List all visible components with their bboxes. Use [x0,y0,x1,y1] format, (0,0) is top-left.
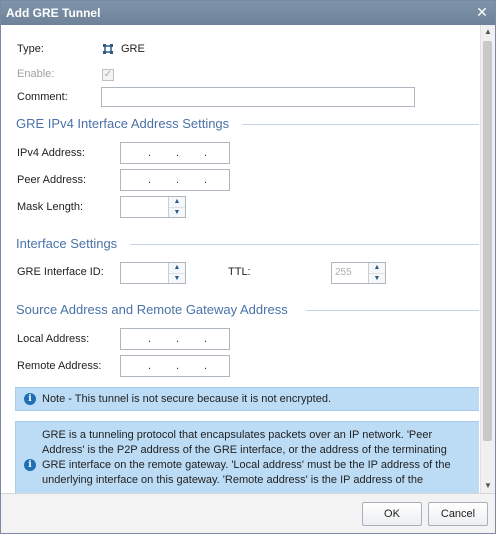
gre-tunnel-icon [103,44,113,54]
gre-interface-id-label: GRE Interface ID: [17,266,104,278]
vertical-scrollbar[interactable]: ▲ ▼ [480,25,495,493]
chevron-down-icon[interactable]: ▼ [169,207,185,218]
gre-interface-id-stepper[interactable]: ▲ ▼ [120,262,186,284]
comment-label: Comment: [17,91,68,103]
info-icon: i [24,393,36,405]
close-icon[interactable]: ✕ [475,5,489,19]
interface-section-heading: Interface Settings [16,236,118,251]
chevron-down-icon[interactable]: ▼ [369,273,385,284]
add-gre-tunnel-dialog: Add GRE Tunnel ✕ Type: GRE Enable: ✓ Com… [0,0,496,534]
comment-input[interactable] [101,87,415,107]
chevron-down-icon[interactable]: ▼ [169,273,185,284]
ttl-stepper[interactable]: 255 ▲ ▼ [331,262,386,284]
cancel-button[interactable]: Cancel [428,502,488,526]
ipv4-section-heading: GRE IPv4 Interface Address Settings [16,116,230,131]
peer-address-input[interactable]: ... [120,169,230,191]
type-value: GRE [121,43,145,55]
gre-info-line: underlying interface on this gateway. 'R… [42,474,424,486]
source-section-divider [306,310,479,311]
scrollbar-thumb[interactable] [483,41,492,441]
chevron-up-icon[interactable]: ▲ [169,263,185,273]
type-label: Type: [17,43,44,55]
ttl-value: 255 [335,267,352,278]
gre-info-line: GRE interface on the remote gateway. 'Lo… [42,459,451,471]
ttl-label: TTL: [228,266,251,278]
local-address-label: Local Address: [17,333,90,345]
info-icon: i [24,459,36,471]
dialog-footer: OK Cancel [1,493,495,533]
gre-interface-id-stepper-buttons: ▲ ▼ [168,263,185,283]
gre-info-note: i GRE is a tunneling protocol that encap… [15,421,479,493]
ok-button[interactable]: OK [362,502,422,526]
mask-length-label: Mask Length: [17,201,84,213]
ipv4-address-input[interactable]: ... [120,142,230,164]
mask-length-stepper[interactable]: ▲ ▼ [120,196,186,218]
scroll-down-icon[interactable]: ▼ [481,479,495,493]
ipv4-section-divider [242,124,479,125]
ipv4-address-label: IPv4 Address: [17,147,85,159]
source-section-heading: Source Address and Remote Gateway Addres… [16,302,288,317]
dialog-content: Type: GRE Enable: ✓ Comment: GRE IPv4 In… [1,25,479,493]
security-warning-note: i Note - This tunnel is not secure becau… [15,387,479,411]
remote-address-label: Remote Address: [17,360,102,372]
chevron-up-icon[interactable]: ▲ [369,263,385,273]
title-bar: Add GRE Tunnel ✕ [1,1,495,25]
dialog-title: Add GRE Tunnel [6,6,101,20]
enable-checkbox[interactable]: ✓ [102,69,114,81]
mask-length-stepper-buttons: ▲ ▼ [168,197,185,217]
remote-address-input[interactable]: ... [120,355,230,377]
peer-address-label: Peer Address: [17,174,87,186]
chevron-up-icon[interactable]: ▲ [169,197,185,207]
gre-info-line: GRE is a tunneling protocol that encapsu… [42,429,433,441]
security-warning-text: Note - This tunnel is not secure because… [42,393,332,405]
local-address-input[interactable]: ... [120,328,230,350]
gre-info-line: Address' is the P2P address of the GRE i… [42,444,447,456]
ttl-stepper-buttons: ▲ ▼ [368,263,385,283]
enable-label: Enable: [17,68,55,80]
interface-section-divider [130,244,479,245]
scroll-up-icon[interactable]: ▲ [481,25,495,39]
